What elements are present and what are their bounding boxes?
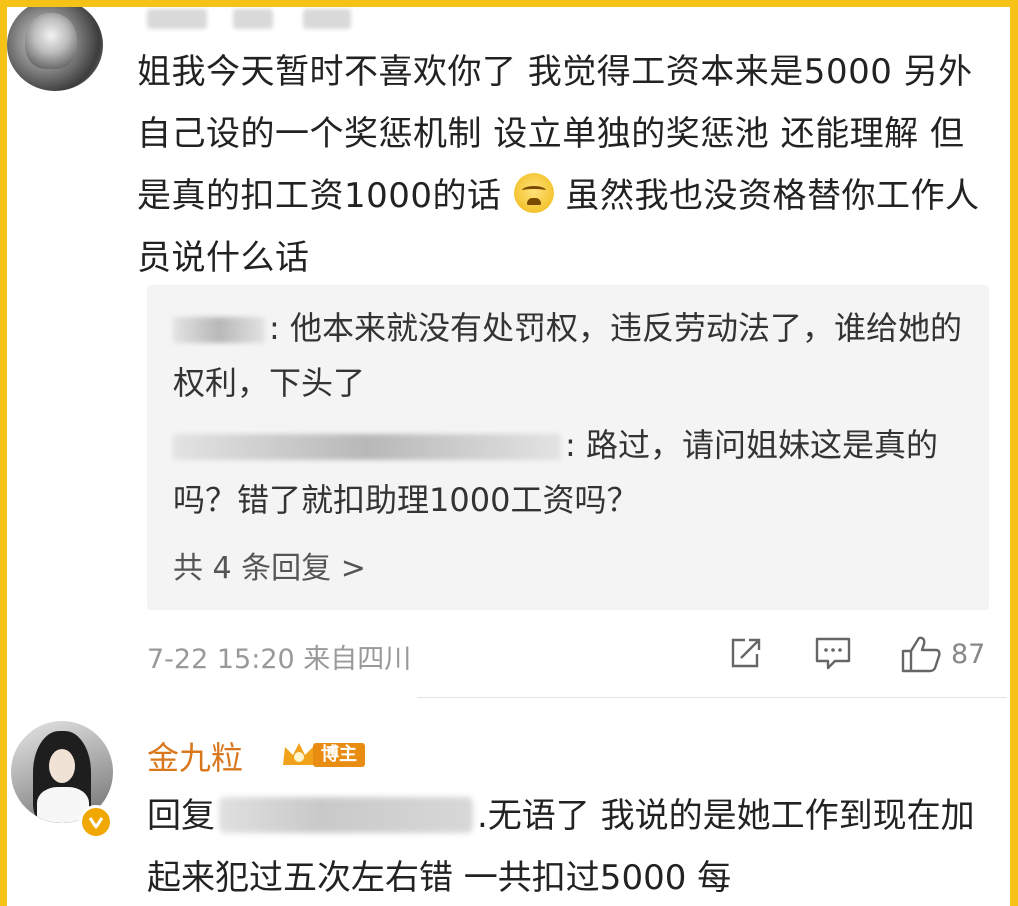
like-count: 87 (951, 639, 986, 670)
blurred-username (233, 9, 273, 29)
share-icon[interactable] (727, 635, 763, 671)
blurred-username (147, 9, 207, 29)
like-icon[interactable] (900, 635, 942, 673)
blogger-badge: 博主 (279, 737, 367, 771)
replies-panel: : 他本来就没有处罚权，违反劳动法了，谁给她的权利，下头了 : 路过，请问姐妹这… (147, 285, 989, 610)
author-name[interactable]: 金九粒 (147, 733, 243, 779)
reply-item[interactable]: : 路过，请问姐妹这是真的吗？错了就扣助理1000工资吗？ (173, 418, 973, 528)
commenter-avatar[interactable] (7, 7, 103, 91)
reply-prefix: 回复 (147, 796, 215, 836)
verified-badge-icon (79, 805, 113, 839)
comment-text: 姐我今天暂时不喜欢你了 我觉得工资本来是5000 另外自己设的一个奖惩机制 设立… (137, 41, 997, 289)
blurred-reply-username (173, 317, 265, 343)
comment-icon[interactable] (814, 635, 852, 671)
crying-face-icon (513, 173, 554, 213)
reply-item[interactable]: : 他本来就没有处罚权，违反劳动法了，谁给她的权利，下头了 (173, 301, 973, 411)
comment-timestamp: 7-22 15:20 来自四川 (147, 644, 412, 675)
blurred-username (303, 9, 351, 29)
blogger-badge-label: 博主 (313, 743, 365, 767)
more-replies-link[interactable]: 共 4 条回复 > (173, 543, 366, 587)
screenshot-frame: 姐我今天暂时不喜欢你了 我觉得工资本来是5000 另外自己设的一个奖惩机制 设立… (7, 7, 1010, 906)
blurred-reply-target (219, 797, 473, 833)
reply-text: : 他本来就没有处罚权，违反劳动法了，谁给她的权利，下头了 (173, 309, 962, 402)
divider (417, 697, 1007, 698)
blurred-reply-username (173, 434, 561, 460)
author-reply-text: 回复 .无语了 我说的是她工作到现在加起来犯过五次左右错 一共扣过5000 每 (147, 785, 1007, 906)
